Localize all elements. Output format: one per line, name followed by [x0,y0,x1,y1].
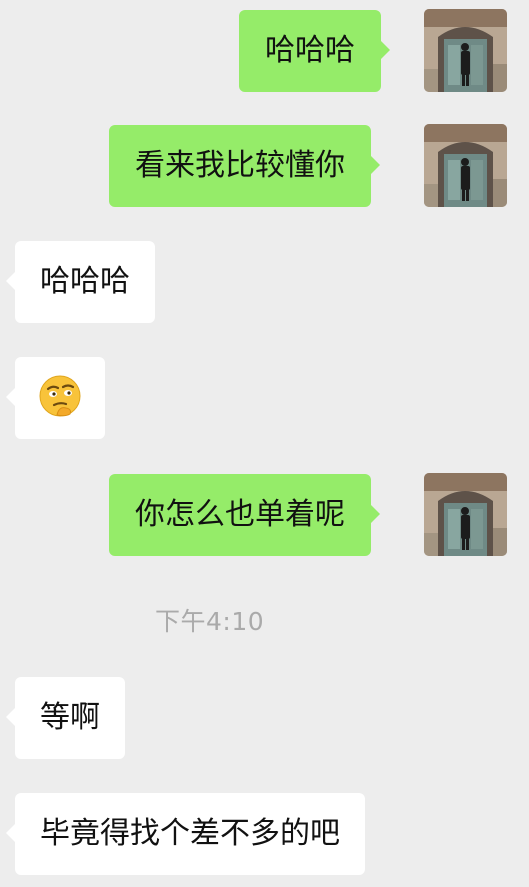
avatar-photo [424,9,507,92]
self-avatar[interactable] [424,124,507,207]
message-timestamp: 下午4:10 [155,607,265,636]
avatar-photo [424,124,507,207]
message-text: 你怎么也单着呢 [135,497,345,532]
chat-message-list[interactable]: 哈哈哈 看来我比较懂你 哈哈哈 你怎么也单着呢 下午4:10 等啊 毕竟得找个差… [0,0,529,887]
message-text: 等啊 [40,700,100,735]
incoming-message-bubble[interactable]: 等啊 [6,677,125,759]
message-text: 哈哈哈 [265,33,355,68]
message-text: 毕竟得找个差不多的吧 [40,816,340,851]
message-text: 哈哈哈 [40,264,130,299]
incoming-emoji-bubble[interactable] [6,357,105,439]
outgoing-message-bubble[interactable]: 你怎么也单着呢 [109,474,380,556]
incoming-message-bubble[interactable]: 哈哈哈 [6,241,155,323]
self-avatar[interactable] [424,473,507,556]
incoming-message-bubble[interactable]: 毕竟得找个差不多的吧 [6,793,365,875]
message-text: 看来我比较懂你 [135,148,345,183]
outgoing-message-bubble[interactable]: 看来我比较懂你 [109,125,380,207]
self-avatar[interactable] [424,9,507,92]
outgoing-message-bubble[interactable]: 哈哈哈 [239,10,390,92]
thinking-face-emoji [39,375,81,417]
avatar-photo [424,473,507,556]
